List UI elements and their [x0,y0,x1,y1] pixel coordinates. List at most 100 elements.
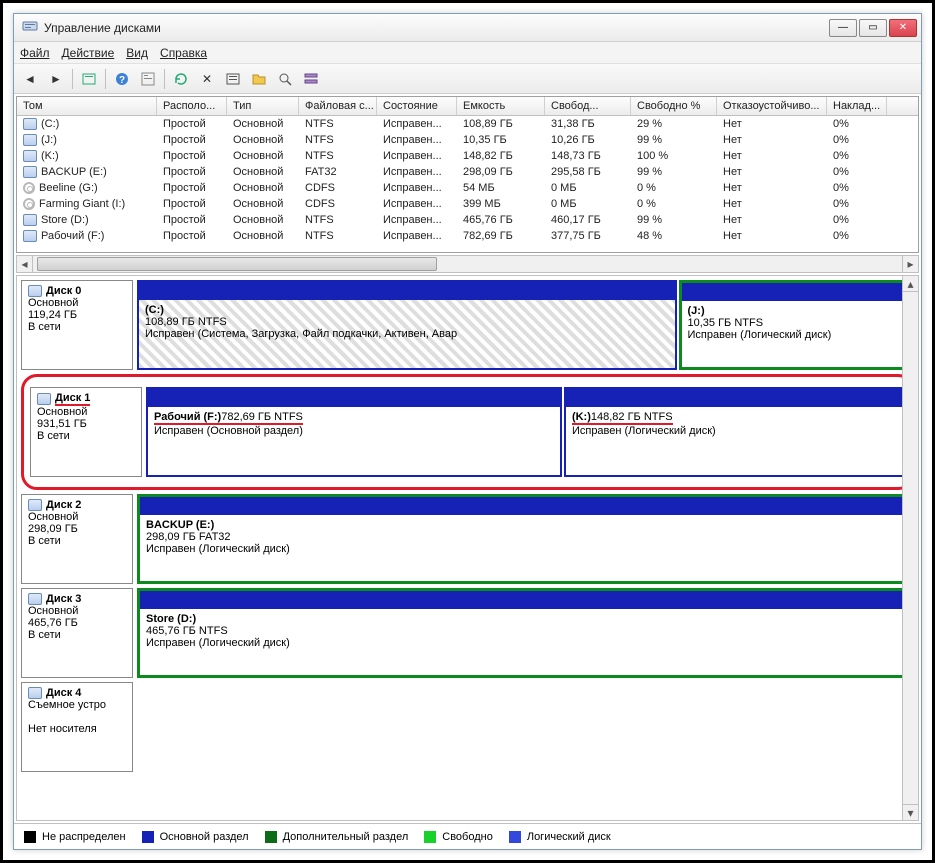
scroll-down-icon[interactable]: ▾ [903,804,918,820]
maximize-button[interactable]: ▭ [859,19,887,37]
partition-bar [140,497,911,515]
menu-view[interactable]: Вид [126,46,148,60]
drive-icon [23,134,37,146]
table-row[interactable]: BACKUP (E:)ПростойОсновнойFAT32Исправен.… [17,164,918,180]
legend-primary: Основной раздел [160,831,249,843]
partition[interactable]: (C:)108,89 ГБ NTFSИсправен (Система, Заг… [137,280,677,370]
delete-button[interactable]: ✕ [195,67,219,91]
table-row[interactable]: Store (D:)ПростойОсновнойNTFSИсправен...… [17,212,918,228]
minimize-button[interactable]: — [829,19,857,37]
disk-info[interactable]: Диск 3Основной465,76 ГБВ сети [21,588,133,678]
col-status[interactable]: Состояние [377,97,457,115]
drive-icon [23,166,37,178]
app-icon [22,18,38,37]
disk-row[interactable]: Диск 3Основной465,76 ГБВ сетиStore (D:)4… [21,588,914,678]
table-row[interactable]: (K:)ПростойОсновнойNTFSИсправен...148,82… [17,148,918,164]
legend-free-icon [424,831,436,843]
col-layout[interactable]: Располо... [157,97,227,115]
disk-row[interactable]: Диск 2Основной298,09 ГБВ сетиBACKUP (E:)… [21,494,914,584]
back-button[interactable]: ◄ [18,67,42,91]
table-row[interactable]: Beeline (G:)ПростойОсновнойCDFSИсправен.… [17,180,918,196]
col-free[interactable]: Свобод... [545,97,631,115]
help-button[interactable]: ? [110,67,134,91]
forward-button[interactable]: ► [44,67,68,91]
drive-icon [23,118,37,130]
legend-unallocated: Не распределен [42,831,126,843]
table-header: Том Располо... Тип Файловая с... Состоян… [17,97,918,116]
disk-row[interactable]: Диск 1Основной931,51 ГБВ сетиРабочий (F:… [30,387,905,477]
partition-bar [139,282,675,300]
drive-icon [23,230,37,242]
table-row[interactable]: Farming Giant (I:)ПростойОсновнойCDFSИсп… [17,196,918,212]
table-body[interactable]: (C:)ПростойОсновнойNTFSИсправен...108,89… [17,116,918,252]
vertical-scrollbar[interactable]: ▴ ▾ [902,276,918,820]
volume-table: Том Располо... Тип Файловая с... Состоян… [16,96,919,253]
scroll-up-icon[interactable]: ▴ [903,276,918,292]
partition-bar [140,591,911,609]
partition[interactable]: BACKUP (E:)298,09 ГБ FAT32Исправен (Логи… [137,494,914,584]
disk-info[interactable]: Диск 1Основной931,51 ГБВ сети [30,387,142,477]
col-capacity[interactable]: Емкость [457,97,545,115]
col-freepct[interactable]: Свободно % [631,97,717,115]
open-button[interactable] [247,67,271,91]
drive-icon [23,214,37,226]
legend-unallocated-icon [24,831,36,843]
scroll-thumb[interactable] [37,257,437,271]
up-button[interactable] [77,67,101,91]
toolbar: ◄ ► ? ✕ [14,64,921,94]
cd-icon [23,182,35,194]
drive-icon [23,150,37,162]
partition[interactable]: Рабочий (F:)782,69 ГБ NTFSИсправен (Осно… [146,387,562,477]
window-title: Управление дисками [44,21,161,35]
disk-icon [28,593,42,605]
disk-icon [37,393,51,405]
partition[interactable]: (K:)148,82 ГБ NTFSИсправен (Логический д… [564,387,905,477]
cd-icon [23,198,35,210]
partition[interactable]: (J:)10,35 ГБ NTFSИсправен (Логический ди… [679,280,915,370]
disk-row[interactable]: Диск 4Съемное устроНет носителя [21,682,914,772]
refresh-button[interactable] [169,67,193,91]
menubar: Файл Действие Вид Справка [14,42,921,64]
col-overhead[interactable]: Наклад... [827,97,887,115]
legend-extended-icon [265,831,277,843]
menu-file[interactable]: Файл [20,46,50,60]
scroll-right-icon[interactable]: ▸ [902,256,918,272]
search-button[interactable] [273,67,297,91]
col-type[interactable]: Тип [227,97,299,115]
menu-help[interactable]: Справка [160,46,207,60]
menu-action[interactable]: Действие [62,46,115,60]
legend-logical-icon [509,831,521,843]
disk-map[interactable]: Диск 0Основной119,24 ГБВ сети(C:)108,89 … [16,275,919,821]
disk-row[interactable]: Диск 0Основной119,24 ГБВ сети(C:)108,89 … [21,280,914,370]
legend-logical: Логический диск [527,831,611,843]
col-fs[interactable]: Файловая с... [299,97,377,115]
disk-management-window: Управление дисками — ▭ ✕ Файл Действие В… [13,13,922,850]
disk-icon [28,499,42,511]
disk-info[interactable]: Диск 0Основной119,24 ГБВ сети [21,280,133,370]
partition-bar [566,389,903,407]
svg-text:?: ? [119,75,125,86]
disk-icon [28,687,42,699]
table-row[interactable]: (C:)ПростойОсновнойNTFSИсправен...108,89… [17,116,918,132]
col-fault[interactable]: Отказоустойчиво... [717,97,827,115]
partition-bar [148,389,560,407]
table-row[interactable]: (J:)ПростойОсновнойNTFSИсправен...10,35 … [17,132,918,148]
partition[interactable]: Store (D:)465,76 ГБ NTFSИсправен (Логиче… [137,588,914,678]
disk-icon [28,285,42,297]
legend: Не распределен Основной раздел Дополните… [14,823,921,849]
legend-free: Свободно [442,831,493,843]
list-button[interactable] [299,67,323,91]
properties-button[interactable] [136,67,160,91]
disk-info[interactable]: Диск 2Основной298,09 ГБВ сети [21,494,133,584]
partition-bar [682,283,912,301]
legend-primary-icon [142,831,154,843]
titlebar[interactable]: Управление дисками — ▭ ✕ [14,14,921,42]
disk-info[interactable]: Диск 4Съемное устроНет носителя [21,682,133,772]
close-button[interactable]: ✕ [889,19,917,37]
legend-extended: Дополнительный раздел [283,831,409,843]
horizontal-scrollbar[interactable]: ◂ ▸ [16,255,919,273]
settings-button[interactable] [221,67,245,91]
scroll-left-icon[interactable]: ◂ [17,256,33,272]
col-vol[interactable]: Том [17,97,157,115]
table-row[interactable]: Рабочий (F:)ПростойОсновнойNTFSИсправен.… [17,228,918,244]
